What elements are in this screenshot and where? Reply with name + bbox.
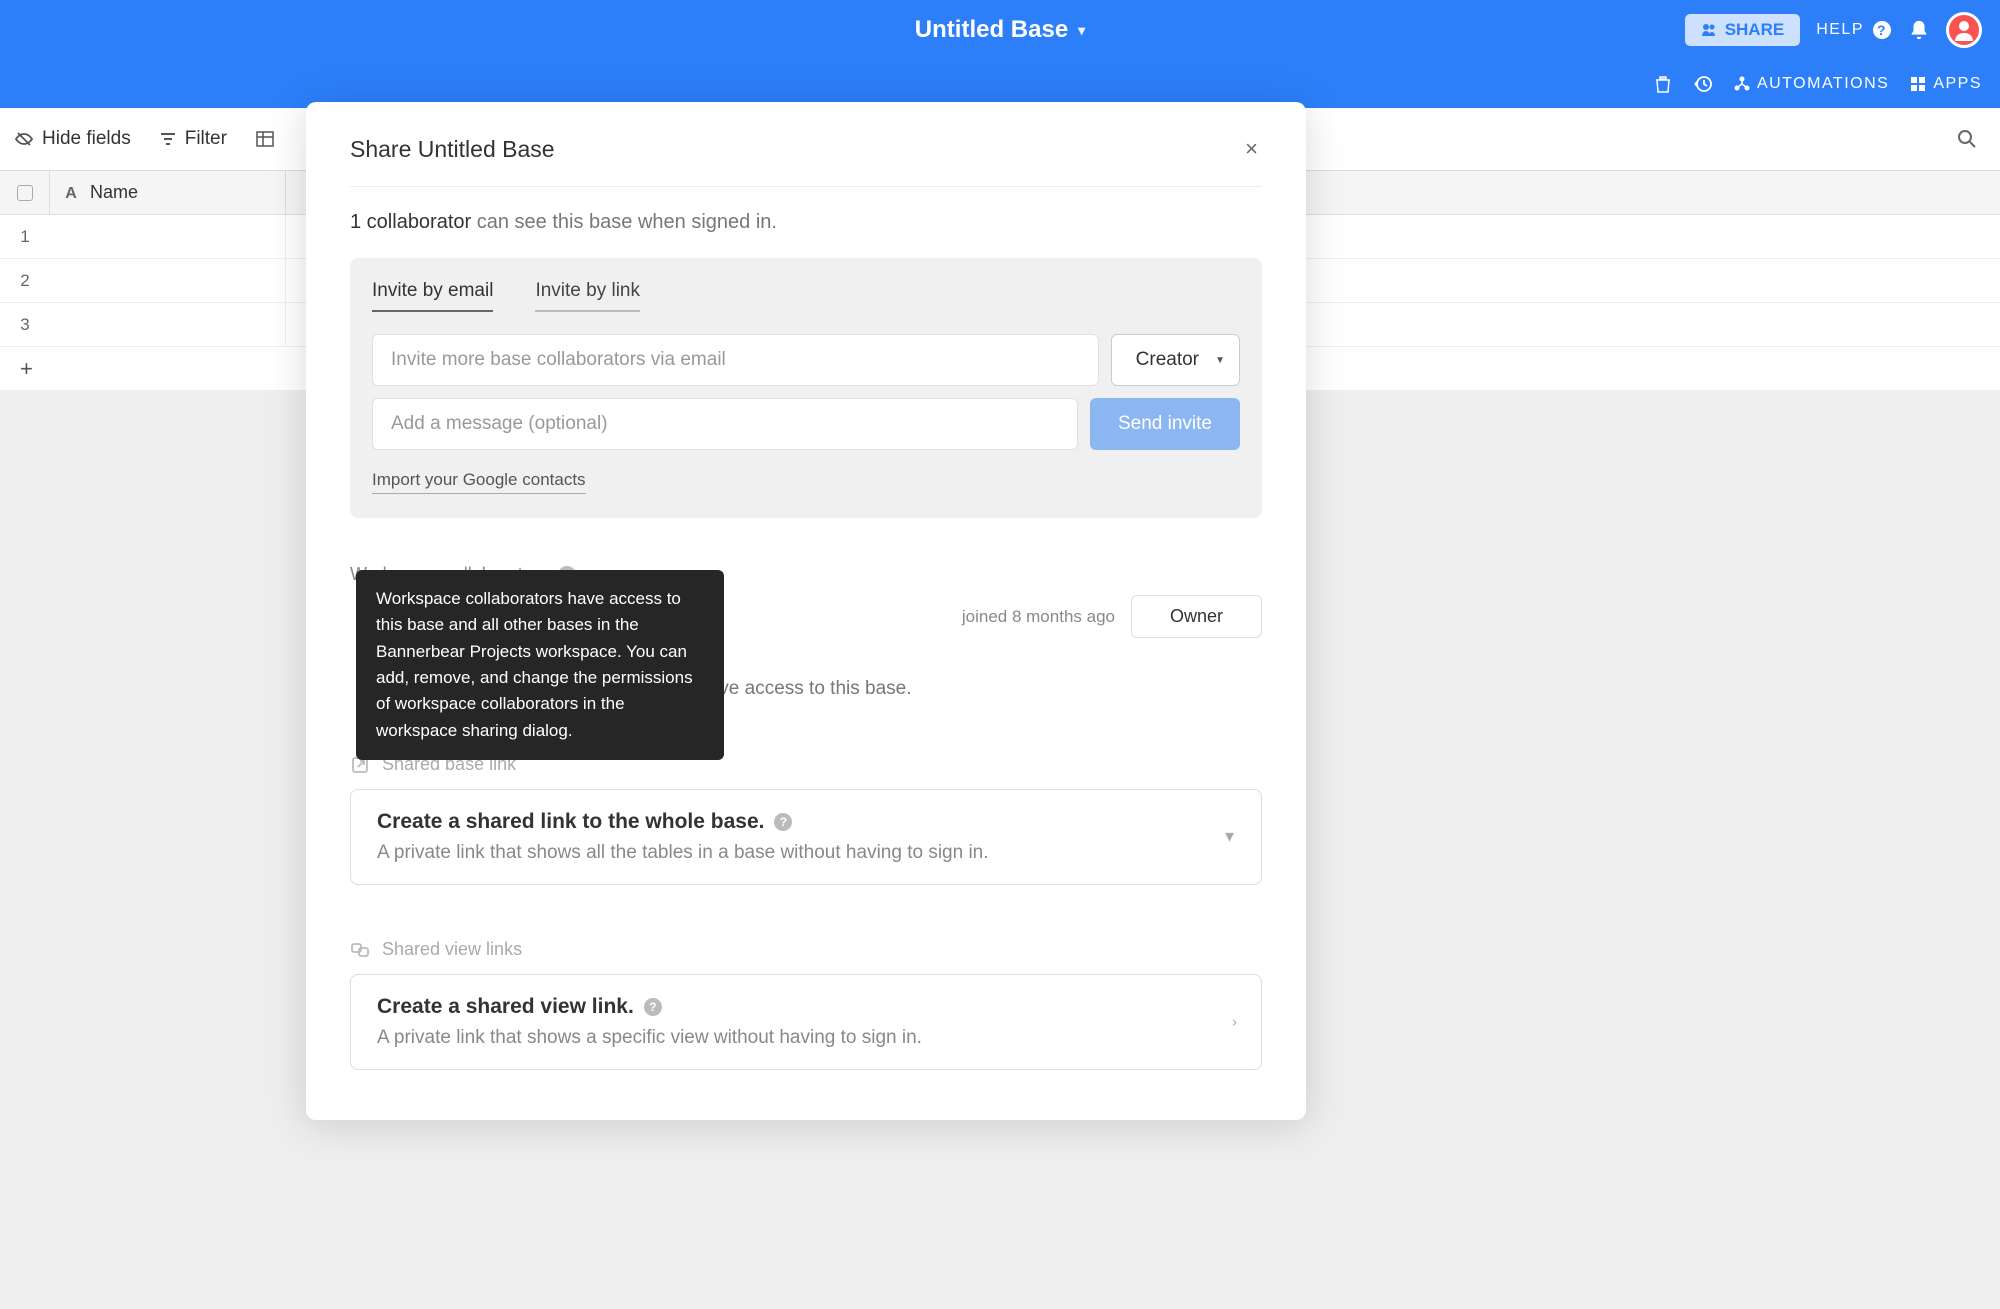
tab-invite-email[interactable]: Invite by email bbox=[372, 280, 493, 312]
trash-icon[interactable] bbox=[1653, 74, 1673, 94]
invite-email-input[interactable] bbox=[372, 334, 1099, 386]
row-number: 2 bbox=[0, 271, 50, 291]
chevron-down-icon: ▼ bbox=[1215, 355, 1225, 366]
column-header-label: Name bbox=[90, 182, 138, 203]
svg-text:?: ? bbox=[1877, 22, 1887, 38]
filter-button[interactable]: Filter bbox=[159, 128, 227, 150]
role-select-value: Creator bbox=[1136, 349, 1199, 371]
base-title[interactable]: Untitled Base ▾ bbox=[915, 16, 1085, 44]
group-button[interactable] bbox=[255, 129, 275, 149]
send-invite-button[interactable]: Send invite bbox=[1090, 398, 1240, 450]
search-icon bbox=[1956, 128, 1978, 150]
bell-icon[interactable] bbox=[1908, 19, 1930, 41]
shared-view-links-label: Shared view links bbox=[350, 939, 1262, 960]
top-bar: Untitled Base ▾ SHARE HELP ? AUTOMATIONS bbox=[0, 0, 2000, 108]
select-all-checkbox[interactable] bbox=[0, 171, 50, 214]
share-button[interactable]: SHARE bbox=[1685, 14, 1801, 46]
modal-subtitle: 1 collaborator can see this base when si… bbox=[350, 211, 1262, 234]
role-select[interactable]: Creator ▼ bbox=[1111, 334, 1240, 386]
hide-fields-label: Hide fields bbox=[42, 128, 131, 150]
chevron-right-icon: › bbox=[1232, 1014, 1237, 1031]
base-title-text: Untitled Base bbox=[915, 16, 1068, 44]
apps-icon bbox=[1909, 75, 1927, 93]
help-button[interactable]: HELP ? bbox=[1816, 20, 1892, 40]
hide-fields-button[interactable]: Hide fields bbox=[14, 128, 131, 150]
cell[interactable] bbox=[50, 259, 286, 302]
eye-off-icon bbox=[14, 129, 34, 149]
shared-view-card-desc: A private link that shows a specific vie… bbox=[377, 1027, 1235, 1049]
people-icon bbox=[1701, 22, 1717, 38]
avatar[interactable] bbox=[1946, 12, 1982, 48]
tab-invite-link[interactable]: Invite by link bbox=[535, 280, 640, 312]
link-icon bbox=[350, 940, 370, 960]
help-circle-icon: ? bbox=[1872, 20, 1892, 40]
group-icon bbox=[255, 129, 275, 149]
import-contacts-link[interactable]: Import your Google contacts bbox=[372, 470, 586, 494]
share-label: SHARE bbox=[1725, 20, 1785, 40]
owner-role[interactable]: Owner bbox=[1131, 595, 1262, 638]
row-number: 3 bbox=[0, 315, 50, 335]
chevron-down-icon: ▾ bbox=[1078, 22, 1085, 39]
shared-view-link-card[interactable]: Create a shared view link. ? A private l… bbox=[350, 974, 1262, 1070]
tooltip: Workspace collaborators have access to t… bbox=[356, 570, 724, 760]
history-icon[interactable] bbox=[1693, 74, 1713, 94]
cell[interactable] bbox=[50, 215, 286, 258]
row-number: 1 bbox=[0, 227, 50, 247]
help-label: HELP bbox=[1816, 21, 1864, 39]
filter-label: Filter bbox=[185, 128, 227, 150]
automations-label: AUTOMATIONS bbox=[1757, 75, 1889, 93]
automations-icon bbox=[1733, 75, 1751, 93]
column-header-name[interactable]: A Name bbox=[50, 171, 286, 214]
joined-text: joined 8 months ago bbox=[962, 607, 1115, 627]
filter-icon bbox=[159, 130, 177, 148]
cell[interactable] bbox=[50, 303, 286, 346]
chevron-down-icon: ▼ bbox=[1222, 829, 1237, 846]
shared-base-card-desc: A private link that shows all the tables… bbox=[377, 842, 1235, 864]
person-icon bbox=[1952, 18, 1976, 42]
automations-button[interactable]: AUTOMATIONS bbox=[1733, 75, 1889, 93]
apps-label: APPS bbox=[1933, 75, 1982, 93]
shared-base-link-card[interactable]: Create a shared link to the whole base. … bbox=[350, 789, 1262, 885]
invite-message-input[interactable] bbox=[372, 398, 1078, 450]
search-button[interactable] bbox=[1956, 128, 1978, 150]
text-field-icon: A bbox=[62, 184, 80, 202]
svg-text:A: A bbox=[65, 185, 77, 202]
shared-base-card-title: Create a shared link to the whole base. bbox=[377, 810, 764, 834]
shared-view-card-title: Create a shared view link. bbox=[377, 995, 634, 1019]
apps-button[interactable]: APPS bbox=[1909, 75, 1982, 93]
help-circle-icon: ? bbox=[774, 813, 792, 831]
modal-title: Share Untitled Base bbox=[350, 136, 555, 163]
invite-box: Invite by email Invite by link Creator ▼… bbox=[350, 258, 1262, 518]
close-button[interactable]: × bbox=[1241, 132, 1262, 166]
help-circle-icon: ? bbox=[644, 998, 662, 1016]
